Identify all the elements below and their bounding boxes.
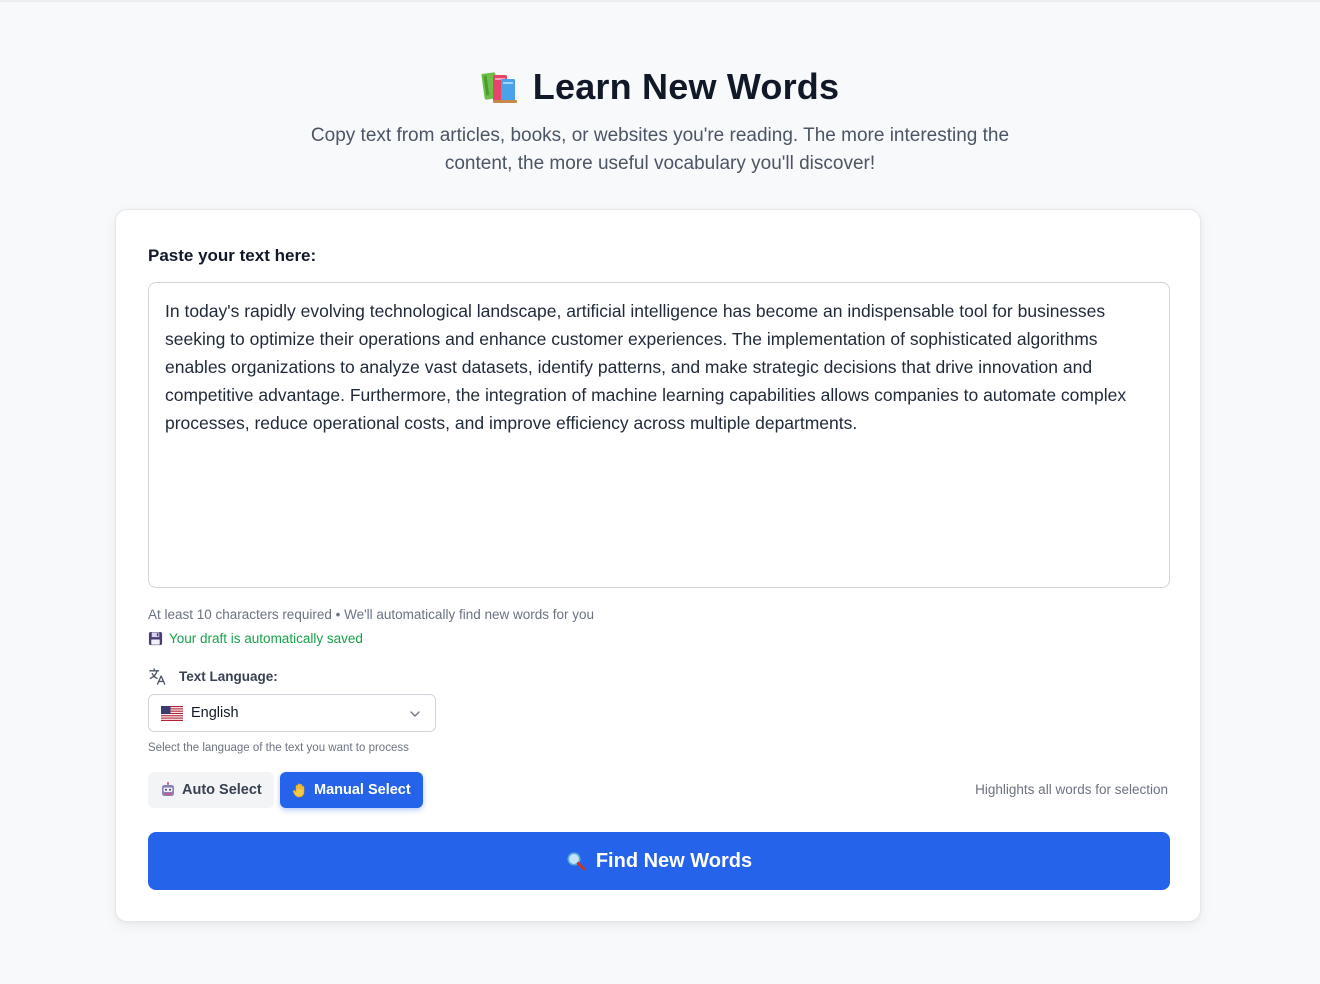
page-subtitle: Copy text from articles, books, or websi… (310, 125, 1010, 174)
top-border (0, 0, 1320, 2)
draft-text: Your draft is automatically saved (169, 631, 363, 646)
translate-icon (148, 667, 167, 686)
find-new-words-label: Find New Words (595, 849, 753, 872)
text-input[interactable]: In today's rapidly evolving technologica… (148, 282, 1170, 588)
language-select[interactable]: English (148, 694, 436, 732)
draft-status: Your draft is automatically saved (148, 631, 363, 646)
magnifier-icon (566, 851, 586, 871)
floppy-disk-icon (148, 631, 163, 646)
title-row: Learn New Words (0, 62, 1320, 112)
manual-select-label: Manual Select (314, 782, 411, 798)
books-icon (481, 69, 519, 105)
paste-label: Paste your text here: (148, 246, 317, 265)
chevron-down-icon (409, 708, 421, 720)
language-selected-value: English (191, 705, 239, 721)
mode-hint: Highlights all words for selection (975, 782, 1168, 797)
auto-select-button[interactable]: Auto Select (148, 772, 274, 808)
robot-icon (160, 782, 176, 798)
page-title: Learn New Words (532, 66, 840, 107)
manual-select-button[interactable]: Manual Select (280, 772, 423, 808)
page-header: Learn New Words Copy text from articles,… (0, 62, 1320, 178)
language-label-text: Text Language: (179, 669, 278, 684)
us-flag-icon (161, 705, 183, 721)
helper-text: At least 10 characters required • We'll … (148, 607, 595, 622)
auto-select-label: Auto Select (182, 782, 262, 798)
find-new-words-button[interactable]: Find New Words (148, 832, 1170, 890)
input-card: Paste your text here: In today's rapidly… (115, 209, 1201, 922)
hand-icon (292, 782, 308, 798)
language-hint: Select the language of the text you want… (148, 742, 409, 754)
language-label: Text Language: (148, 667, 278, 686)
